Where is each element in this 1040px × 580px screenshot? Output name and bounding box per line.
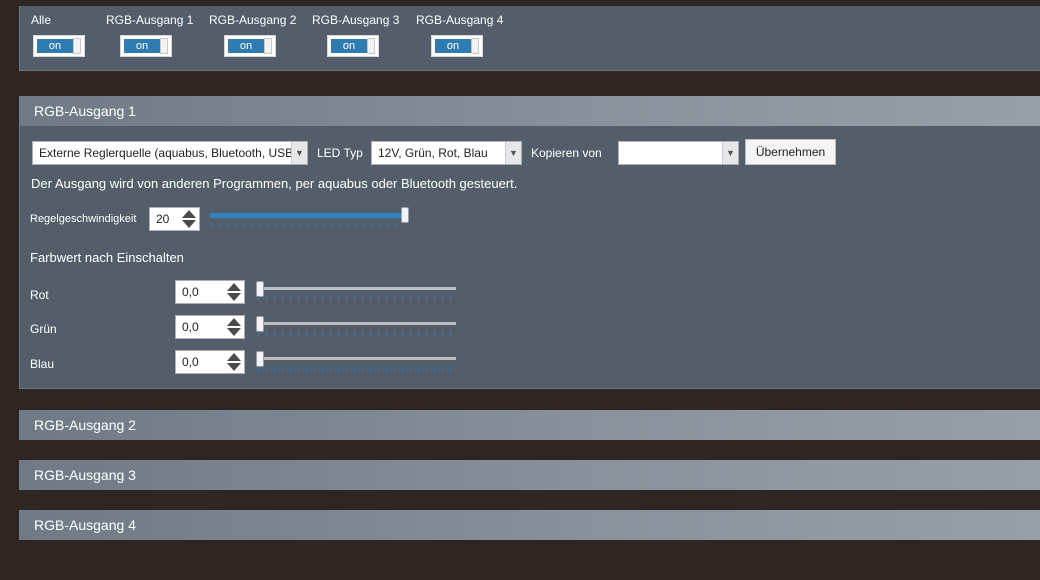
slider-ticks — [212, 223, 404, 228]
arrow-down-icon[interactable] — [227, 363, 241, 371]
chevron-down-icon[interactable]: ▼ — [722, 142, 738, 164]
arrow-up-icon[interactable] — [227, 318, 241, 326]
blau-slider[interactable] — [256, 349, 456, 373]
spin-arrows[interactable] — [181, 209, 197, 229]
toggle-knob — [160, 38, 168, 54]
toggle-knob — [367, 38, 375, 54]
source-select[interactable]: Externe Reglerquelle (aquabus, Bluetooth… — [32, 141, 308, 165]
led-typ-label: LED Typ — [317, 146, 363, 160]
farbwert-title: Farbwert nach Einschalten — [30, 250, 184, 265]
rot-value: 0,0 — [182, 285, 199, 299]
slider-ticks — [258, 366, 454, 371]
toggle-label-rgb3: RGB-Ausgang 3 — [312, 13, 400, 27]
blau-value: 0,0 — [182, 355, 199, 369]
speed-value: 20 — [156, 212, 170, 226]
chevron-down-icon[interactable]: ▼ — [291, 142, 307, 164]
toggle-alle[interactable]: on — [33, 35, 85, 57]
kopieren-label: Kopieren von — [531, 146, 602, 160]
gruen-stepper[interactable]: 0,0 — [175, 315, 245, 339]
toggle-knob — [73, 38, 81, 54]
arrow-down-icon[interactable] — [227, 328, 241, 336]
slider-track — [210, 213, 406, 218]
toggle-rgb-ausgang-4[interactable]: on — [431, 35, 483, 57]
toggle-state-text: on — [435, 39, 471, 53]
toggle-knob — [264, 38, 272, 54]
toggle-label-rgb2: RGB-Ausgang 2 — [209, 13, 297, 27]
output-toggle-bar: Alle on RGB-Ausgang 1 on RGB-Ausgang 2 o… — [19, 6, 1040, 71]
toggle-state-text: on — [331, 39, 367, 53]
slider-track — [256, 357, 456, 360]
toggle-state-text: on — [124, 39, 160, 53]
rot-slider[interactable] — [256, 279, 456, 303]
toggle-rgb-ausgang-2[interactable]: on — [224, 35, 276, 57]
spin-arrows[interactable] — [226, 352, 242, 372]
gruen-slider[interactable] — [256, 314, 456, 338]
slider-thumb[interactable] — [256, 281, 264, 297]
toggle-rgb-ausgang-3[interactable]: on — [327, 35, 379, 57]
color-label-blau: Blau — [30, 357, 55, 371]
panel-header-rgb-ausgang-4[interactable]: RGB-Ausgang 4 — [19, 510, 1040, 540]
blau-stepper[interactable]: 0,0 — [175, 350, 245, 374]
panel-body-rgb-ausgang-1: Externe Reglerquelle (aquabus, Bluetooth… — [19, 126, 1040, 389]
slider-thumb[interactable] — [401, 207, 409, 223]
led-typ-value: 12V, Grün, Rot, Blau — [378, 146, 488, 160]
toggle-label-rgb1: RGB-Ausgang 1 — [106, 13, 194, 27]
slider-track — [256, 322, 456, 325]
toggle-label-alle: Alle — [31, 13, 52, 27]
speed-label: Regelgeschwindigkeit — [30, 213, 137, 225]
spin-arrows[interactable] — [226, 317, 242, 337]
arrow-up-icon[interactable] — [227, 353, 241, 361]
speed-slider[interactable] — [210, 206, 410, 230]
panel-header-rgb-ausgang-3[interactable]: RGB-Ausgang 3 — [19, 460, 1040, 490]
info-text: Der Ausgang wird von anderen Programmen,… — [31, 176, 518, 191]
led-typ-select[interactable]: 12V, Grün, Rot, Blau ▼ — [371, 141, 522, 165]
arrow-down-icon[interactable] — [227, 293, 241, 301]
source-select-value: Externe Reglerquelle (aquabus, Bluetooth… — [39, 146, 298, 160]
speed-stepper[interactable]: 20 — [149, 207, 200, 231]
slider-ticks — [258, 331, 454, 336]
gruen-value: 0,0 — [182, 320, 199, 334]
panel-header-rgb-ausgang-1[interactable]: RGB-Ausgang 1 — [19, 96, 1040, 126]
arrow-down-icon[interactable] — [182, 220, 196, 228]
chevron-down-icon[interactable]: ▼ — [505, 142, 521, 164]
toggle-state-text: on — [228, 39, 264, 53]
toggle-label-rgb4: RGB-Ausgang 4 — [416, 13, 504, 27]
toggle-knob — [471, 38, 479, 54]
rot-stepper[interactable]: 0,0 — [175, 280, 245, 304]
slider-track — [256, 287, 456, 290]
spin-arrows[interactable] — [226, 282, 242, 302]
slider-thumb[interactable] — [256, 351, 264, 367]
toggle-rgb-ausgang-1[interactable]: on — [120, 35, 172, 57]
arrow-up-icon[interactable] — [182, 210, 196, 218]
toggle-state-text: on — [37, 39, 73, 53]
kopieren-select[interactable]: ▼ — [618, 141, 739, 165]
arrow-up-icon[interactable] — [227, 283, 241, 291]
panel-header-rgb-ausgang-2[interactable]: RGB-Ausgang 2 — [19, 410, 1040, 440]
slider-ticks — [258, 296, 454, 301]
slider-thumb[interactable] — [256, 316, 264, 332]
uebernehmen-button[interactable]: Übernehmen — [745, 139, 836, 165]
color-label-gruen: Grün — [30, 322, 57, 336]
color-label-rot: Rot — [30, 288, 49, 302]
